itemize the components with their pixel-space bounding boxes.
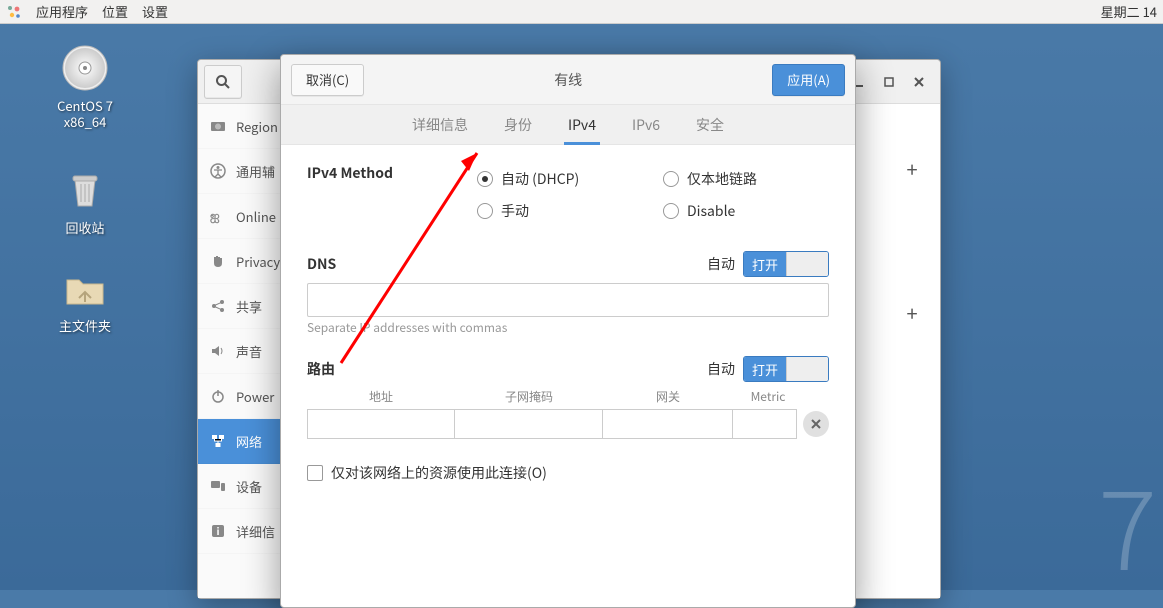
cloud-icon: ஐ <box>210 208 226 224</box>
menu-applications[interactable]: 应用程序 <box>36 2 88 21</box>
close-button[interactable] <box>904 67 934 97</box>
checkbox-icon <box>307 465 323 481</box>
sidebar-item-online[interactable]: ஐOnline <box>198 194 281 239</box>
sidebar-item-power[interactable]: Power <box>198 374 281 419</box>
network-icon <box>210 433 226 449</box>
hand-icon <box>210 253 226 269</box>
dialog-title: 有线 <box>364 70 772 90</box>
sidebar-item-details[interactable]: i详细信 <box>198 509 281 554</box>
centos-7-watermark: 7 <box>1098 442 1157 602</box>
routes-auto-label: 自动 <box>707 359 735 379</box>
radio-link-local[interactable]: 仅本地链路 <box>663 169 829 189</box>
search-button[interactable] <box>204 65 242 99</box>
search-icon <box>215 74 231 90</box>
radio-auto-dhcp[interactable]: 自动 (DHCP) <box>477 169 643 189</box>
radio-icon <box>663 203 679 219</box>
trash-icon <box>45 166 125 218</box>
routes-label: 路由 <box>307 359 335 379</box>
sidebar-item-privacy[interactable]: Privacy <box>198 239 281 284</box>
svg-text:i: i <box>216 523 219 538</box>
sidebar-item-network[interactable]: 网络 <box>198 419 281 464</box>
desktop-icon-home[interactable]: 主文件夹 <box>45 264 125 334</box>
route-metric-input[interactable] <box>733 409 797 439</box>
radio-icon <box>663 171 679 187</box>
route-delete-button[interactable] <box>803 411 829 437</box>
cd-icon <box>45 44 125 96</box>
route-gateway-input[interactable] <box>603 409 733 439</box>
tab-details[interactable]: 详细信息 <box>408 106 472 144</box>
devices-icon <box>210 478 226 494</box>
tab-identity[interactable]: 身份 <box>500 106 536 144</box>
desktop-icon-label: CentOS 7x86_64 <box>45 98 125 129</box>
desktop-icon-label: 主文件夹 <box>45 318 125 334</box>
universal-access-icon <box>210 163 226 179</box>
tab-ipv4[interactable]: IPv4 <box>564 106 600 144</box>
radio-manual[interactable]: 手动 <box>477 201 643 221</box>
dns-input[interactable] <box>307 283 829 317</box>
cancel-button[interactable]: 取消(C) <box>291 64 364 96</box>
dns-label: DNS <box>307 254 336 274</box>
desktop-icon-label: 回收站 <box>45 220 125 236</box>
info-icon: i <box>210 523 226 539</box>
menu-settings[interactable]: 设置 <box>142 2 168 21</box>
route-address-input[interactable] <box>307 409 455 439</box>
dns-hint: Separate IP addresses with commas <box>307 319 829 336</box>
delete-icon <box>810 418 822 430</box>
gnome-top-bar: 应用程序 位置 设置 星期二 14 <box>0 0 1163 24</box>
power-icon <box>210 388 226 404</box>
tab-ipv6[interactable]: IPv6 <box>628 106 664 144</box>
sidebar-item-sound[interactable]: 声音 <box>198 329 281 374</box>
svg-text:ஐ: ஐ <box>210 208 220 224</box>
apply-button[interactable]: 应用(A) <box>772 64 845 96</box>
share-icon <box>210 298 226 314</box>
only-this-network-checkbox[interactable]: 仅对该网络上的资源使用此连接(O) <box>307 463 829 483</box>
sound-icon <box>210 343 226 359</box>
dialog-header: 取消(C) 有线 应用(A) <box>281 55 855 105</box>
desktop-icon-cd[interactable]: CentOS 7x86_64 <box>45 44 125 129</box>
settings-sidebar: Region 通用辅 ஐOnline Privacy 共享 声音 Power 网… <box>198 104 282 598</box>
radio-icon <box>477 171 493 187</box>
sidebar-item-universal[interactable]: 通用辅 <box>198 149 281 194</box>
sidebar-item-devices[interactable]: 设备 <box>198 464 281 509</box>
route-header-row: 地址 子网掩码 网关 Metric <box>307 388 829 405</box>
activities-icon[interactable] <box>6 4 22 20</box>
route-row <box>307 409 829 439</box>
menu-places[interactable]: 位置 <box>102 2 128 21</box>
add-connection-button[interactable]: + <box>900 298 924 322</box>
add-connection-button[interactable]: + <box>900 154 924 178</box>
clock[interactable]: 星期二 14 <box>1101 2 1157 21</box>
radio-icon <box>477 203 493 219</box>
maximize-button[interactable] <box>874 67 904 97</box>
radio-disable[interactable]: Disable <box>663 201 829 221</box>
desktop-icon-trash[interactable]: 回收站 <box>45 166 125 236</box>
folder-home-icon <box>45 264 125 316</box>
dns-auto-switch[interactable]: 打开 <box>743 251 829 277</box>
route-netmask-input[interactable] <box>455 409 603 439</box>
dialog-body: IPv4 Method 自动 (DHCP) 仅本地链路 手动 Disable D… <box>281 145 855 501</box>
routes-auto-switch[interactable]: 打开 <box>743 356 829 382</box>
camera-icon <box>210 118 226 134</box>
tab-security[interactable]: 安全 <box>692 106 728 144</box>
dns-auto-label: 自动 <box>707 254 735 274</box>
sidebar-item-region[interactable]: Region <box>198 104 281 149</box>
desktop: CentOS 7x86_64 回收站 主文件夹 7 <box>0 24 1163 590</box>
connection-dialog: 取消(C) 有线 应用(A) 详细信息 身份 IPv4 IPv6 安全 IPv4… <box>280 54 856 608</box>
dialog-tabs: 详细信息 身份 IPv4 IPv6 安全 <box>281 105 855 145</box>
sidebar-item-sharing[interactable]: 共享 <box>198 284 281 329</box>
